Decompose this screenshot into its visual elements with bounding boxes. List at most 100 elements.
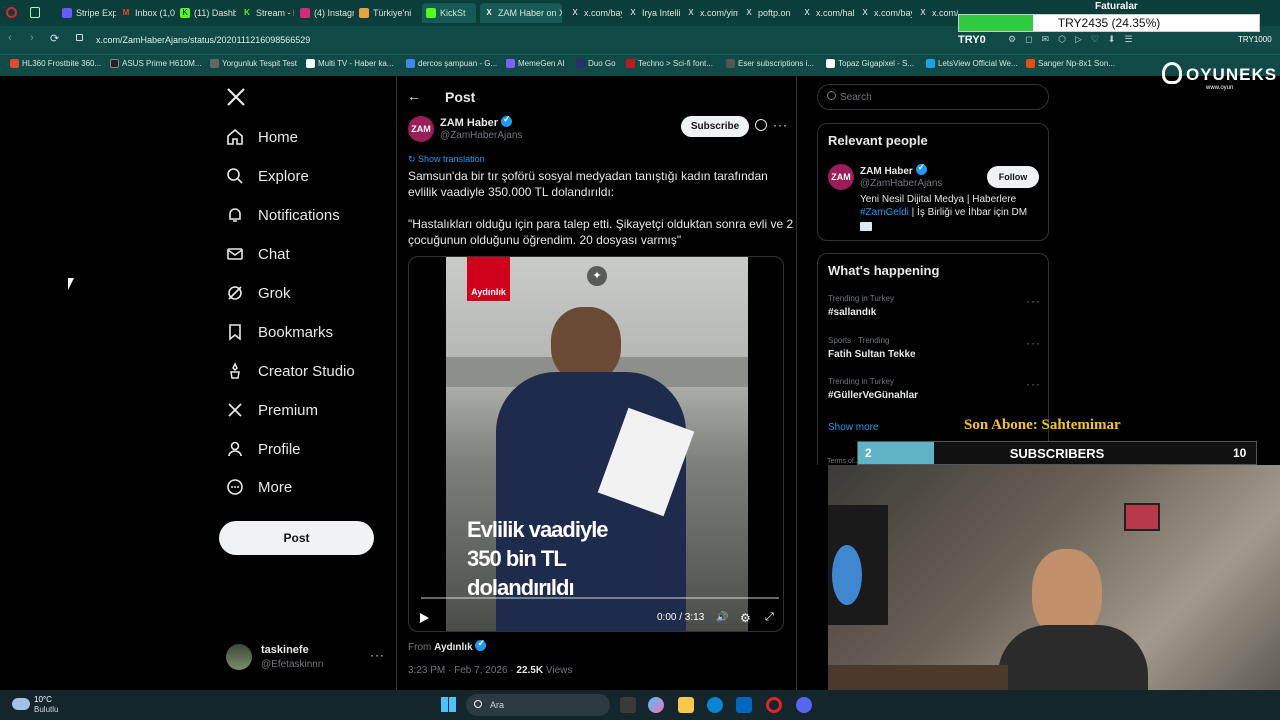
forward-icon[interactable]: › [30,32,34,44]
sidebar-toggle-icon[interactable] [30,7,40,18]
discord-icon[interactable] [796,697,812,713]
weather-temperature[interactable]: 10°C [34,695,52,704]
video-channel-logo: Aydınlık [467,257,510,301]
fullscreen-icon[interactable]: ⤢ [765,611,774,624]
nav-bookmarks[interactable]: Bookmarks [226,323,333,341]
browser-tab[interactable]: K (11) Dashb [176,3,236,23]
nav-chat[interactable]: Chat [226,245,290,263]
grok-sparkle-icon[interactable]: ✦ [587,266,607,286]
weather-condition[interactable]: Bulutlu [34,705,58,714]
play-icon[interactable] [420,613,429,623]
terms-link[interactable]: Terms of... [827,458,860,465]
bookmark-item[interactable]: dercos şampuan - G... [406,59,497,68]
folder-icon[interactable] [678,697,694,713]
nav-creator-studio[interactable]: Creator Studio [226,362,355,380]
grok-explain-icon[interactable] [755,119,767,131]
show-more-link[interactable]: Show more [828,422,879,433]
video-source-row[interactable]: From Aydınlık [408,638,487,653]
file-explorer-icon[interactable] [620,697,636,713]
bookmark-item[interactable]: Topaz Gigapixel - S... [826,59,914,68]
author-name-row[interactable]: ZAM Haber [440,114,513,129]
browser-tab[interactable]: Xx.com/sp [914,3,958,23]
trend-item[interactable]: Sports · Trending Fatih Sultan Tekke ··· [828,336,1040,366]
person-name-row[interactable]: ZAM Haber [860,162,927,177]
volume-icon[interactable]: 🔊 [716,612,728,623]
bookmark-item[interactable]: Techno > Sci-fi font... [626,59,713,68]
nav-home[interactable]: Home [226,128,298,146]
nav-explore[interactable]: Explore [226,167,309,185]
bookmark-icon [229,324,241,341]
bookmark-item[interactable]: HL360 Frostbite 360... [10,59,101,68]
browser-tab[interactable]: Türkiye'ni [355,3,417,23]
reload-icon[interactable]: ⟳ [50,32,59,45]
trend-item[interactable]: Trending in Turkey #sallandık ··· [828,294,1040,324]
trend-item[interactable]: Trending in Turkey #GüllerVeGünahlar ··· [828,377,1040,407]
windows-start-icon[interactable] [441,697,456,712]
nav-grok[interactable]: Grok [226,284,291,302]
browser-tab[interactable]: Xx.com/bay [856,3,912,23]
bookmark-item[interactable]: ASUS Prime H610M... [110,59,202,68]
trend-more-icon[interactable]: ··· [1026,336,1041,350]
taskbar-search[interactable]: Ara [466,694,610,716]
browser-tab[interactable]: M Inbox (1,0 [117,3,175,23]
browser-tab[interactable]: KStream - K [238,3,294,23]
author-handle[interactable]: @ZamHaberAjans [440,130,522,141]
bookmark-item[interactable]: Sanger Np-8x1 Son... [1026,59,1115,68]
account-switcher[interactable]: taskinefe @Efetaskinnn ··· [226,642,386,676]
video-progress-track[interactable] [421,597,779,599]
home-icon [227,128,243,145]
show-translation-link[interactable]: ↻ Show translation [408,154,485,165]
browser-tab[interactable]: (4) Instagr [296,3,354,23]
trend-context: Trending in Turkey [828,377,894,386]
post-timestamp[interactable]: 3:23 PM · Feb 7, 2026 · [408,665,514,676]
bio-hashtag-link[interactable]: #ZamGeldi [860,207,909,218]
subscribe-button[interactable]: Subscribe [681,116,749,137]
show-translation-label: Show translation [418,154,485,164]
views-label: Views [545,665,573,676]
nav-more[interactable]: More [226,478,292,496]
post-more-icon[interactable]: ··· [773,118,788,132]
mouse-cursor-icon [68,278,74,290]
settings-gear-icon[interactable]: ⚙ [740,611,751,625]
nav-profile[interactable]: Profile [226,440,301,458]
browser-tab[interactable]: Stripe Exp [58,3,116,23]
trend-more-icon[interactable]: ··· [1026,294,1041,308]
opera-logo-icon[interactable] [6,7,17,18]
author-avatar[interactable]: ZAM [408,116,434,142]
browser-tab[interactable]: Xpoftp.on [740,3,796,23]
post-button[interactable]: Post [219,521,374,555]
person-avatar[interactable]: ZAM [828,164,854,190]
bookmark-label: dercos şampuan - G... [418,59,498,68]
edge-icon[interactable] [707,697,723,713]
bookmark-item[interactable]: Yorgunluk Tespit Test [210,59,297,68]
from-label: From [408,642,432,653]
bookmark-item[interactable]: MemeGen AI [506,59,565,68]
back-icon[interactable]: ‹ [8,32,12,44]
nav-premium[interactable]: Premium [226,401,318,419]
nav-home-label: Home [258,128,299,146]
tab-label: x.com/sp [932,8,958,18]
video-player[interactable]: Aydınlık Evlilik vaadiyle 350 bin TL dol… [408,256,784,632]
back-arrow-icon[interactable]: ← [407,88,421,104]
bookmark-item[interactable]: Multi TV - Haber ka... [306,59,393,68]
weather-cloud-icon[interactable] [12,698,30,710]
bookmark-item[interactable]: LetsView Official We... [926,59,1018,68]
browser-tab[interactable]: Xx.com/yim [682,3,738,23]
browser-tab[interactable]: X Irya Intelli [624,3,680,23]
nav-notifications[interactable]: Notifications [226,206,340,224]
store-icon[interactable] [736,697,752,713]
url-field[interactable]: x.com/ZamHaberAjans/status/2020111216098… [86,30,946,50]
overlay-amount-label: TRY0 [958,34,986,46]
follow-button[interactable]: Follow [987,166,1039,188]
search-field[interactable]: Search [817,84,1049,110]
copilot-icon[interactable] [648,697,664,713]
bookmark-item[interactable]: Duo Go [576,59,616,68]
browser-tab[interactable]: Xx.com/hal [798,3,854,23]
bookmark-item[interactable]: Eser subscriptions i... [726,59,814,68]
opera-icon[interactable] [766,697,782,713]
trend-more-icon[interactable]: ··· [1026,377,1041,391]
browser-tab-active[interactable]: X ZAM Haber on X [480,3,562,23]
account-more-icon[interactable]: ··· [370,648,385,662]
browser-tab[interactable]: Xx.com/bay [566,3,622,23]
browser-tab[interactable]: KickSt [422,3,476,23]
